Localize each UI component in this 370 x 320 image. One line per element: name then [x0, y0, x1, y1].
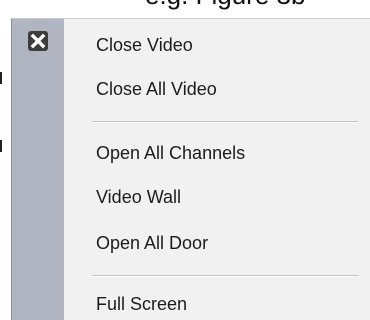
menu-item-close-all-video[interactable]: Close All Video — [64, 67, 370, 111]
window-title-strip: e.g. Figure 3b — [0, 0, 370, 20]
menu-item-label: Video Wall — [96, 187, 182, 207]
menu-item-label: Open All Channels — [96, 143, 246, 163]
context-menu: Close Video Close All Video Open All Cha… — [11, 18, 370, 320]
menu-item-label: Open All Door — [96, 233, 209, 253]
menu-item-close-video[interactable]: Close Video — [64, 23, 370, 67]
window-edge-mark — [0, 140, 2, 152]
screen: e.g. Figure 3b Close Video Close All Vid… — [0, 0, 370, 320]
menu-separator — [92, 121, 358, 123]
menu-separator — [92, 275, 358, 277]
close-x-icon — [28, 31, 48, 51]
menu-item-video-wall[interactable]: Video Wall — [64, 175, 370, 219]
menu-item-full-screen[interactable]: Full Screen — [64, 282, 370, 320]
menu-item-label: Close All Video — [96, 79, 217, 99]
menu-item-open-all-channels[interactable]: Open All Channels — [64, 131, 370, 175]
menu-item-label: Full Screen — [96, 294, 188, 314]
menu-icon-gutter — [12, 19, 64, 320]
clipped-window-title: e.g. Figure 3b — [145, 0, 305, 11]
menu-item-label: Close Video — [96, 35, 193, 55]
menu-item-open-all-door[interactable]: Open All Door — [64, 221, 370, 265]
window-edge-mark — [0, 72, 2, 84]
